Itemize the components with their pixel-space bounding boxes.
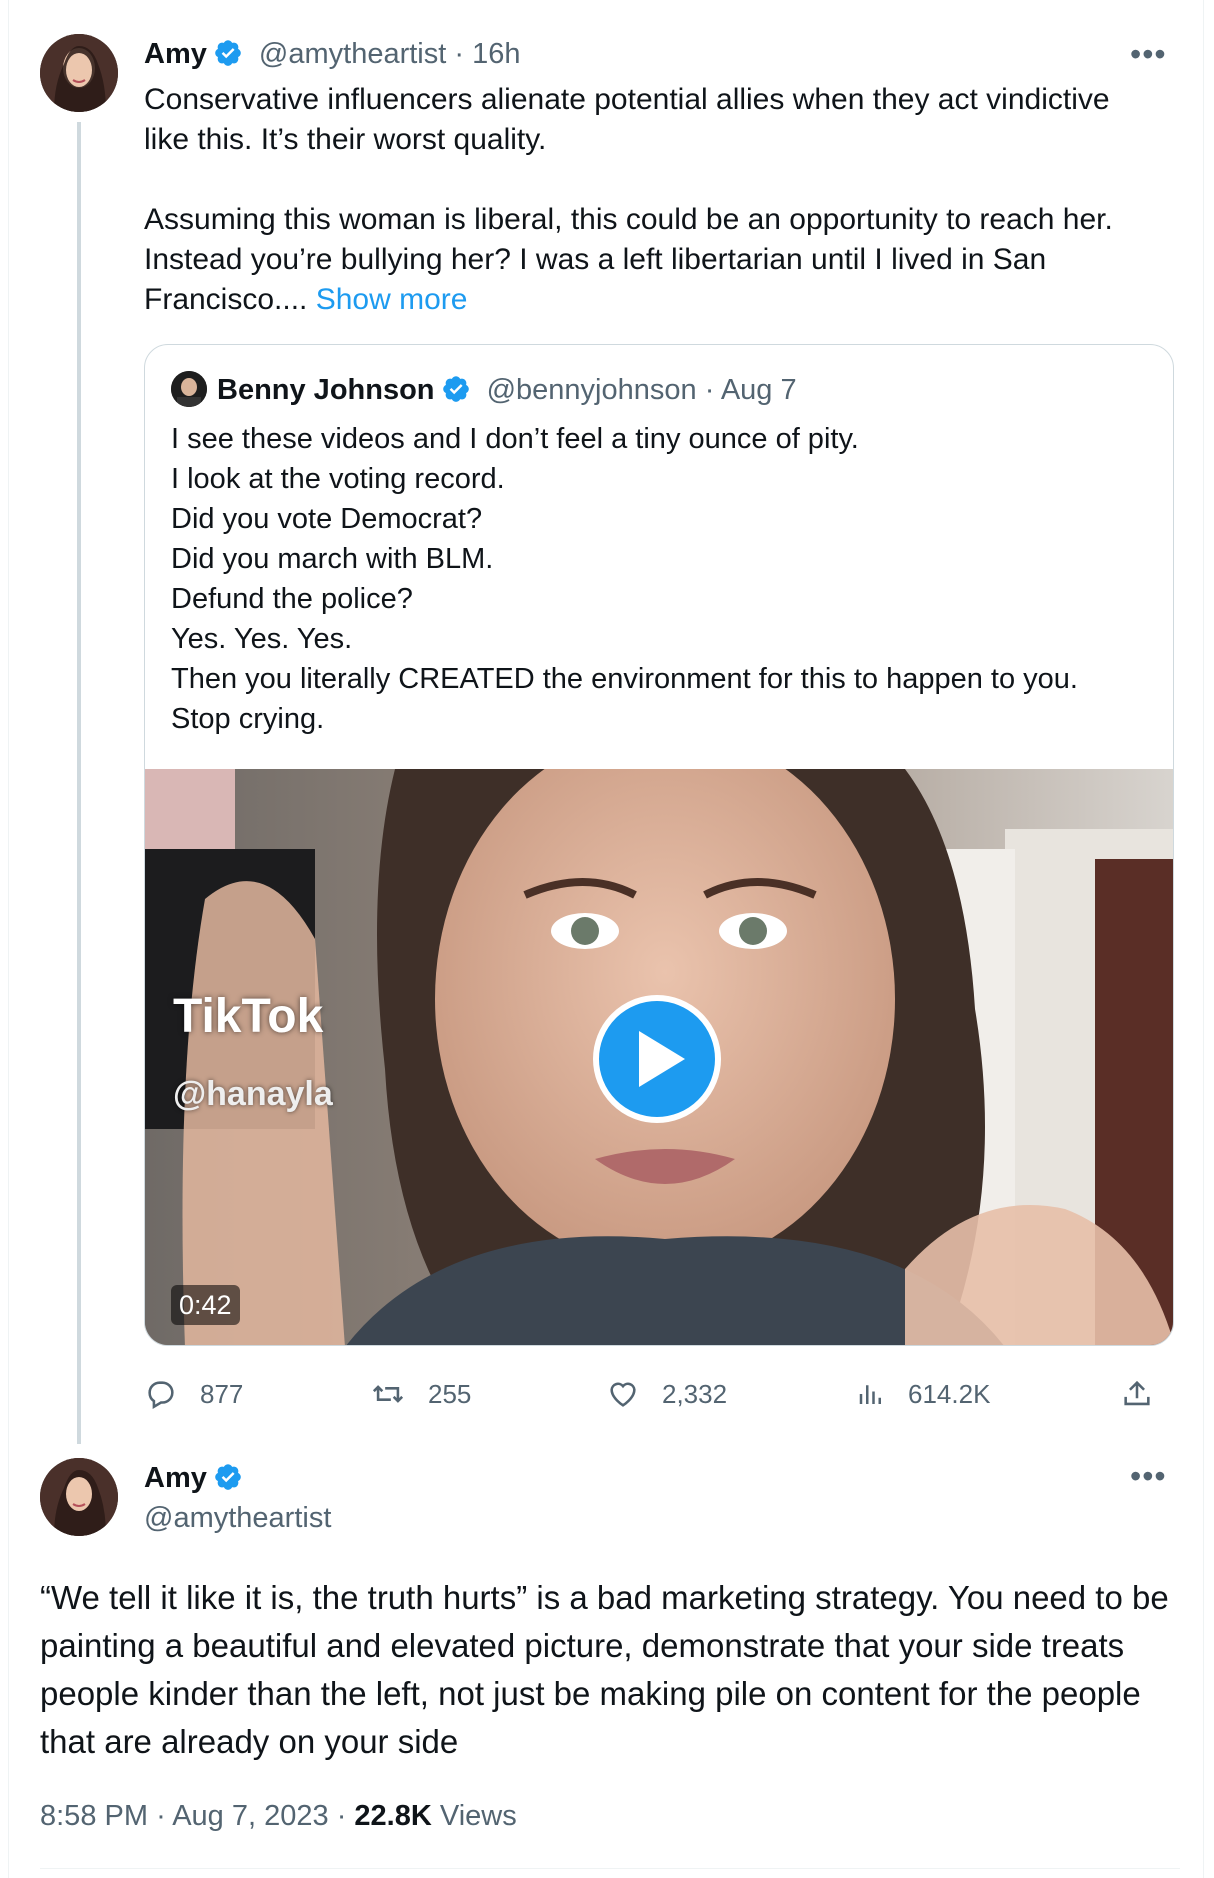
divider xyxy=(40,1868,1180,1869)
tweet-time[interactable]: 8:58 PM xyxy=(40,1800,148,1832)
separator: · xyxy=(336,1800,347,1832)
verified-badge-icon xyxy=(441,374,471,413)
quoted-line: I look at the voting record. xyxy=(171,463,505,495)
quoted-line: Then you literally CREATED the environme… xyxy=(171,663,1078,695)
quoted-line: Stop crying. xyxy=(171,703,325,735)
views-label: Views xyxy=(439,1800,517,1832)
quoted-author-handle: @bennyjohnson xyxy=(486,374,697,406)
reply-icon xyxy=(148,1381,174,1410)
more-icon[interactable]: ••• xyxy=(1130,38,1167,70)
share-button[interactable] xyxy=(1120,1374,1176,1414)
tweet2-header: Amy xyxy=(144,1460,243,1501)
retweet-button[interactable]: 255 xyxy=(370,1374,471,1414)
action-bar: 877 255 2,332 614.2K xyxy=(144,1374,1174,1414)
quoted-line: Defund the police? xyxy=(171,583,413,615)
like-icon xyxy=(610,1382,636,1407)
quoted-line: Did you march with BLM. xyxy=(171,543,494,575)
separator: · xyxy=(704,374,715,406)
like-button[interactable]: 2,332 xyxy=(606,1374,727,1414)
avatar[interactable] xyxy=(40,1458,118,1536)
tiktok-watermark: TikTok xyxy=(173,990,324,1043)
tweet2-text: “We tell it like it is, the truth hurts”… xyxy=(40,1579,1169,1760)
like-count: 2,332 xyxy=(662,1378,728,1409)
thread-connector xyxy=(77,122,81,1444)
verified-badge-icon xyxy=(213,1462,243,1501)
share-icon xyxy=(1124,1380,1150,1406)
author-name[interactable]: Amy xyxy=(144,1462,207,1494)
play-button[interactable] xyxy=(593,995,721,1123)
retweet-icon xyxy=(372,1385,404,1403)
author-name[interactable]: Amy xyxy=(144,38,207,70)
video-duration: 0:42 xyxy=(171,1285,240,1325)
separator: · xyxy=(454,38,465,70)
quoted-date: Aug 7 xyxy=(720,374,797,406)
views-button[interactable]: 614.2K xyxy=(856,1374,990,1414)
views-count: 22.8K xyxy=(354,1800,432,1832)
separator: · xyxy=(156,1800,166,1832)
reply-count: 877 xyxy=(200,1378,244,1409)
quoted-line: Yes. Yes. Yes. xyxy=(171,623,353,655)
quoted-avatar[interactable] xyxy=(171,371,207,407)
tweet1-header: Amy @amytheartist · 16h xyxy=(144,36,521,77)
play-icon xyxy=(639,1031,685,1087)
views-icon xyxy=(859,1385,881,1404)
quoted-line: I see these videos and I don’t feel a ti… xyxy=(171,423,859,455)
tweet-time[interactable]: 16h xyxy=(472,38,520,70)
quoted-tweet-text: I see these videos and I don’t feel a ti… xyxy=(171,419,1151,739)
tiktok-handle-watermark: @hanayla xyxy=(173,1075,333,1113)
verified-badge-icon xyxy=(213,38,243,77)
tweet2-meta: 8:58 PM · Aug 7, 2023 · 22.8K Views xyxy=(40,1798,517,1834)
tweet1-text: Conservative influencers alienate potent… xyxy=(144,80,1154,320)
quoted-tweet[interactable]: Benny Johnson @bennyjohnson · Aug 7 I se… xyxy=(144,344,1174,1346)
quoted-tweet-header: Benny Johnson @bennyjohnson · Aug 7 xyxy=(171,371,797,413)
more-icon[interactable]: ••• xyxy=(1130,1460,1167,1492)
quoted-line: Did you vote Democrat? xyxy=(171,503,483,535)
avatar[interactable] xyxy=(40,34,118,112)
views-count: 614.2K xyxy=(908,1378,991,1409)
retweet-count: 255 xyxy=(428,1378,472,1409)
video-player[interactable]: TikTok @hanayla 0:42 xyxy=(145,769,1173,1345)
tweet1-paragraph: Assuming this woman is liberal, this cou… xyxy=(144,203,1113,316)
quoted-author-name[interactable]: Benny Johnson xyxy=(217,374,435,406)
show-more-link[interactable]: Show more xyxy=(316,283,468,316)
reply-button[interactable]: 877 xyxy=(144,1374,243,1414)
author-handle[interactable]: @amytheartist xyxy=(144,1500,331,1536)
author-handle[interactable]: @amytheartist xyxy=(259,38,446,70)
tweet-date[interactable]: Aug 7, 2023 xyxy=(172,1800,328,1832)
tweet1-paragraph: Conservative influencers alienate potent… xyxy=(144,83,1110,156)
